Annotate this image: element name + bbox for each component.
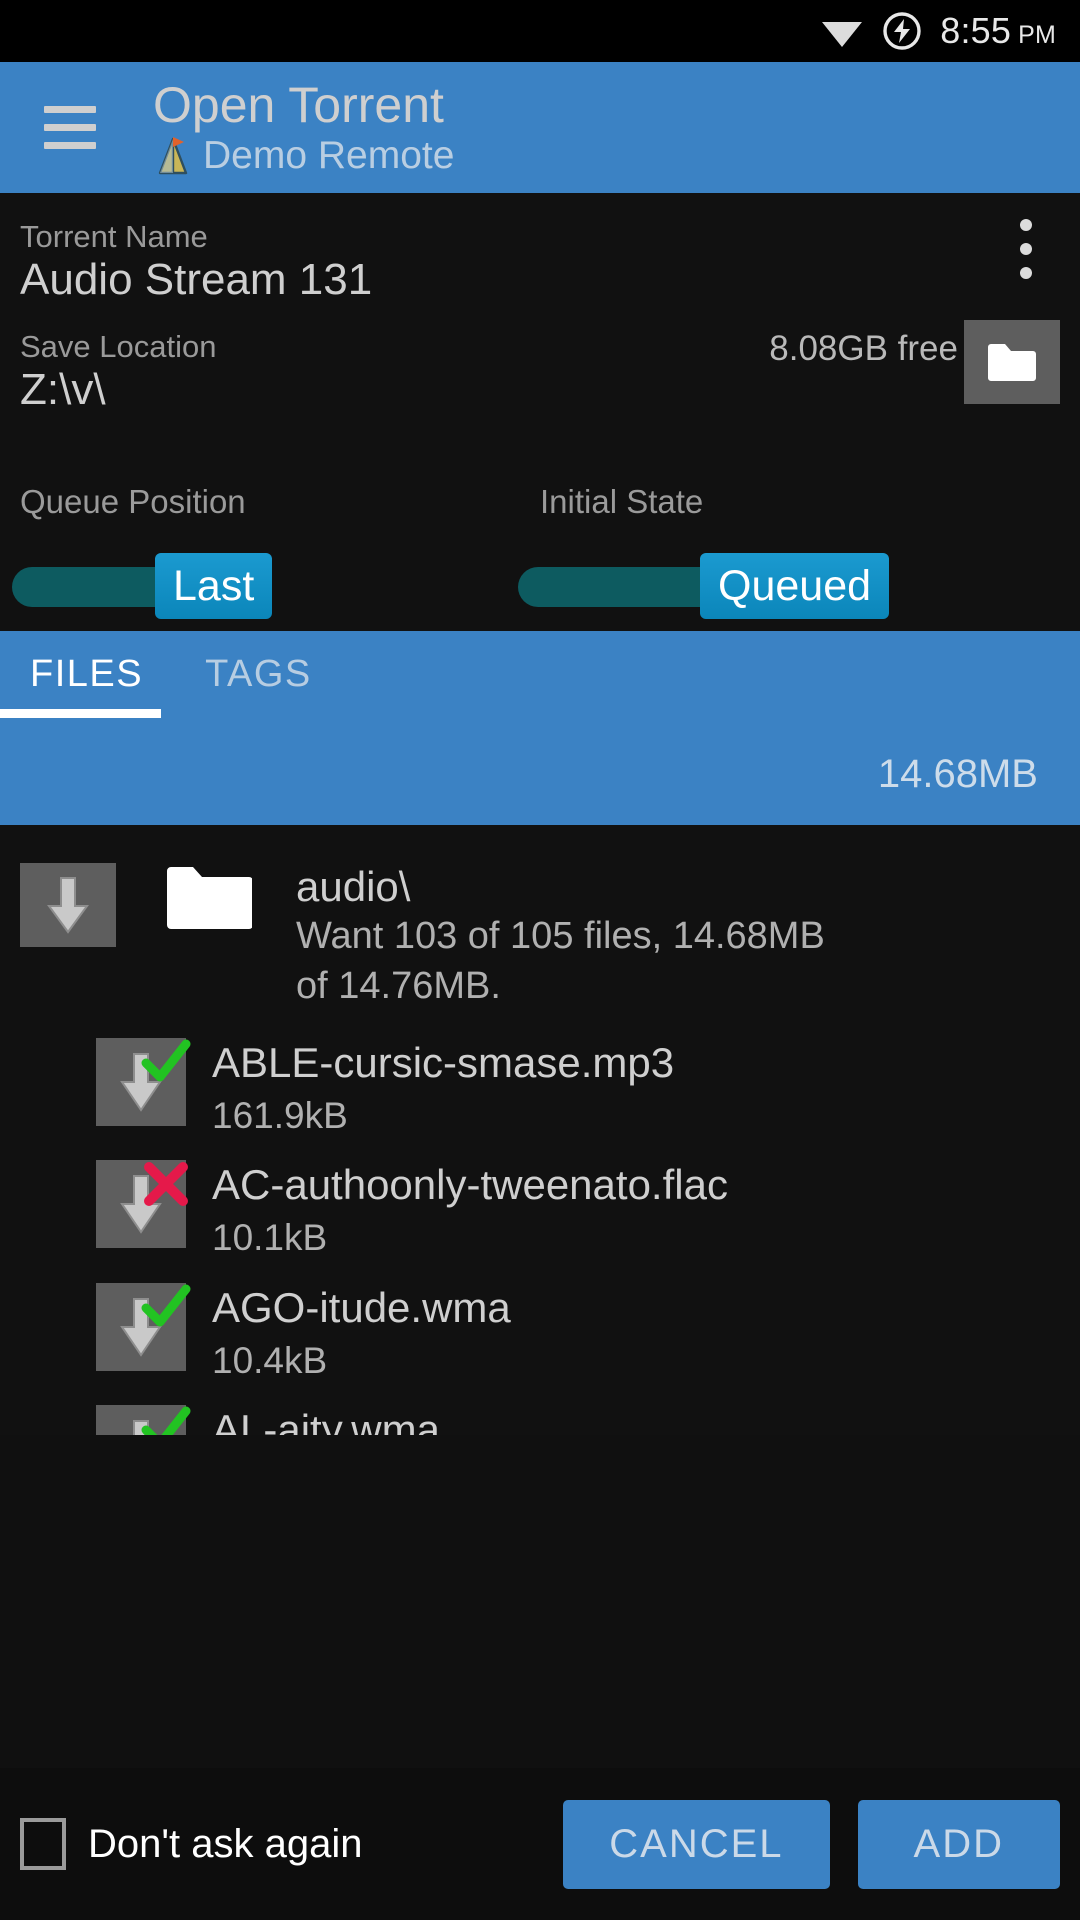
torrent-name-section: Torrent Name Audio Stream 131 [0, 193, 1080, 305]
file-size: 10.1kB [212, 1214, 728, 1262]
initial-state-slider[interactable]: Queued [540, 539, 1080, 631]
dont-ask-again-label: Don't ask again [88, 1822, 362, 1867]
file-size: 161.9kB [212, 1092, 674, 1140]
torrent-name-label: Torrent Name [20, 219, 1060, 255]
folder-icon [160, 863, 256, 933]
hamburger-menu-icon[interactable] [44, 106, 96, 149]
app-bar-subtitle-row: Demo Remote [153, 134, 454, 178]
initial-state-thumb[interactable]: Queued [700, 553, 889, 619]
save-location-section: Save Location 8.08GB free Z:\v\ [0, 305, 1080, 445]
folder-detail: Want 103 of 105 files, 14.68MB of 14.76M… [296, 911, 826, 1011]
file-text: AL-aity.wma [212, 1405, 440, 1435]
red-x-icon [140, 1158, 192, 1210]
green-check-icon [140, 1036, 192, 1088]
file-row[interactable]: AL-aity.wma [0, 1395, 1080, 1435]
file-text: AC-authoonly-tweenato.flac 10.1kB [212, 1160, 728, 1262]
dont-ask-again-checkbox[interactable]: Don't ask again [20, 1818, 362, 1870]
file-size: 10.4kB [212, 1337, 511, 1385]
cancel-button[interactable]: CANCEL [563, 1800, 829, 1889]
file-download-toggle[interactable] [96, 1283, 186, 1371]
bottom-action-bar: Don't ask again CANCEL ADD [0, 1768, 1080, 1920]
initial-state-group: Initial State Queued [540, 483, 1080, 631]
tab-bar: FILES TAGS 14.68MB [0, 631, 1080, 825]
file-row[interactable]: AGO-itude.wma 10.4kB [0, 1273, 1080, 1395]
file-download-toggle[interactable] [96, 1160, 186, 1248]
folder-row[interactable]: audio\ Want 103 of 105 files, 14.68MB of… [0, 841, 1080, 1028]
file-name: AC-authoonly-tweenato.flac [212, 1160, 728, 1210]
clock-ampm: PM [1018, 21, 1056, 50]
torrent-name-value[interactable]: Audio Stream 131 [20, 255, 1060, 305]
slider-row: Queue Position Last Initial State Queued [0, 445, 1080, 631]
app-bar-titles: Open Torrent Demo Remote [153, 78, 454, 178]
queue-position-thumb[interactable]: Last [155, 553, 272, 619]
folder-icon [986, 341, 1038, 383]
save-location-value[interactable]: Z:\v\ [20, 365, 1060, 415]
initial-state-label: Initial State [540, 483, 1080, 521]
file-download-toggle[interactable] [96, 1038, 186, 1126]
queue-position-label: Queue Position [0, 483, 540, 521]
folder-browse-button[interactable] [964, 320, 1060, 404]
file-row[interactable]: ABLE-cursic-smase.mp3 161.9kB [0, 1028, 1080, 1150]
status-clock: 8:55 PM [940, 10, 1056, 52]
tent-flag-icon [153, 135, 193, 177]
queue-position-group: Queue Position Last [0, 483, 540, 631]
file-text: ABLE-cursic-smase.mp3 161.9kB [212, 1038, 674, 1140]
file-name: AGO-itude.wma [212, 1283, 511, 1333]
folder-text: audio\ Want 103 of 105 files, 14.68MB of… [296, 863, 826, 1012]
file-row[interactable]: AC-authoonly-tweenato.flac 10.1kB [0, 1150, 1080, 1272]
download-arrow-icon [43, 874, 93, 936]
checkbox-box-icon[interactable] [20, 1818, 66, 1870]
status-bar: 8:55 PM [0, 0, 1080, 62]
file-download-toggle[interactable] [96, 1405, 186, 1435]
charging-bolt-icon [882, 11, 922, 51]
file-name: ABLE-cursic-smase.mp3 [212, 1038, 674, 1088]
add-button[interactable]: ADD [858, 1800, 1060, 1889]
tab-list: FILES TAGS [0, 653, 1080, 718]
folder-name: audio\ [296, 863, 826, 911]
app-screen: 8:55 PM Open Torrent Demo Remote [0, 0, 1080, 1920]
file-name: AL-aity.wma [212, 1405, 440, 1435]
torrent-form-panel: Torrent Name Audio Stream 131 Save Locat… [0, 193, 1080, 631]
tab-tags[interactable]: TAGS [205, 653, 312, 718]
tab-files[interactable]: FILES [30, 653, 143, 718]
queue-position-slider[interactable]: Last [0, 539, 540, 631]
folder-download-toggle[interactable] [20, 863, 116, 947]
clock-time: 8:55 [940, 10, 1011, 52]
page-title: Open Torrent [153, 78, 454, 132]
action-buttons: CANCEL ADD [563, 1800, 1060, 1889]
green-check-icon [140, 1403, 192, 1435]
overflow-menu-icon[interactable] [1020, 219, 1032, 279]
remote-name: Demo Remote [203, 134, 454, 178]
green-check-icon [140, 1281, 192, 1333]
file-list[interactable]: audio\ Want 103 of 105 files, 14.68MB of… [0, 825, 1080, 1435]
free-space-label: 8.08GB free [769, 329, 958, 369]
file-text: AGO-itude.wma 10.4kB [212, 1283, 511, 1385]
total-size-label: 14.68MB [0, 718, 1080, 825]
app-bar: Open Torrent Demo Remote [0, 62, 1080, 193]
wifi-icon [820, 14, 864, 48]
